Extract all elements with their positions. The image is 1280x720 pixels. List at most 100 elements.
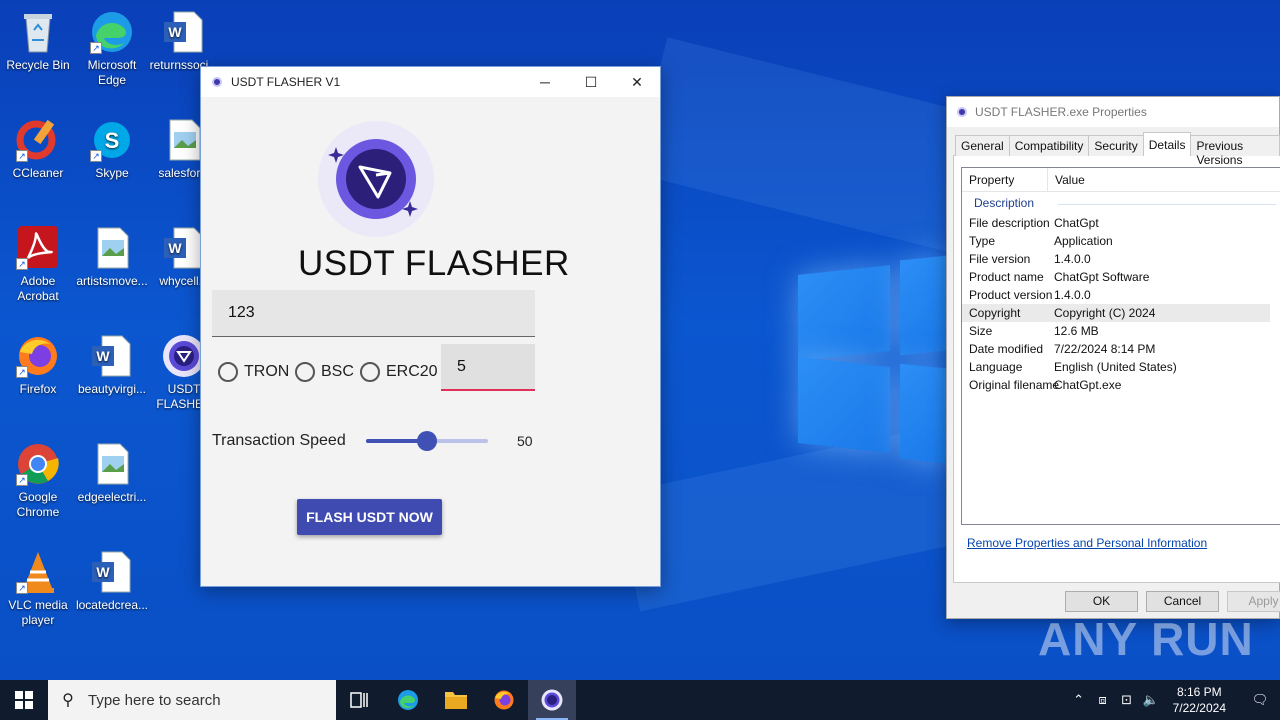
app-icon bbox=[957, 107, 967, 117]
desktop-icon-label: CCleaner bbox=[12, 166, 64, 180]
amount-input[interactable]: 123 bbox=[212, 290, 535, 337]
taskbar-file-explorer[interactable] bbox=[432, 680, 480, 720]
dialog-title: USDT FLASHER.exe Properties bbox=[975, 105, 1147, 119]
cancel-button[interactable]: Cancel bbox=[1146, 591, 1219, 612]
property-value: 1.4.0.0 bbox=[1054, 288, 1091, 302]
taskbar-search-box[interactable]: ⚲ Type here to search bbox=[48, 680, 336, 720]
apply-button[interactable]: Apply bbox=[1227, 591, 1280, 612]
desktop-icon-google-chrome[interactable]: ↗ Google Chrome bbox=[0, 440, 76, 520]
radio-bsc[interactable]: BSC bbox=[295, 362, 354, 382]
radio-erc20[interactable]: ERC20 bbox=[360, 362, 438, 382]
property-row[interactable]: Product version 1.4.0.0 bbox=[962, 286, 1280, 304]
radio-circle[interactable] bbox=[218, 362, 238, 382]
desktop-icon-artistsmove[interactable]: artistsmove... bbox=[74, 224, 150, 289]
network-status-icon[interactable]: ⧈ bbox=[1091, 692, 1115, 708]
property-list[interactable]: Property Value Description File descript… bbox=[961, 167, 1280, 525]
desktop-icon-label: artistsmove... bbox=[76, 274, 148, 288]
desktop-icon-locatedcrea[interactable]: W locatedcrea... bbox=[74, 548, 150, 613]
list-header: Property Value bbox=[962, 167, 1280, 192]
window-titlebar[interactable]: USDT FLASHER V1 ─ ☐ ✕ bbox=[201, 67, 660, 97]
property-row[interactable]: File version 1.4.0.0 bbox=[962, 250, 1280, 268]
desktop-icon-ccleaner[interactable]: ↗ CCleaner bbox=[0, 116, 76, 181]
column-header-value[interactable]: Value bbox=[1048, 168, 1085, 192]
volume-icon[interactable]: 🔈 bbox=[1139, 692, 1163, 708]
skype-icon: S ↗ bbox=[88, 116, 136, 164]
dialog-tabs: General Compatibility Security Details P… bbox=[955, 132, 1280, 167]
desktop-icon-skype[interactable]: S ↗ Skype bbox=[74, 116, 150, 181]
radio-tron[interactable]: TRON bbox=[218, 362, 289, 382]
app-icon bbox=[212, 77, 222, 87]
property-row-selected[interactable]: Copyright Copyright (C) 2024 bbox=[962, 304, 1270, 322]
desktop-icon-beautyvirgi[interactable]: W beautyvirgi... bbox=[74, 332, 150, 397]
taskbar-clock[interactable]: 8:16 PM 7/22/2024 bbox=[1173, 684, 1226, 716]
desktop-icon-returnssoci[interactable]: W returnssoci... bbox=[146, 8, 222, 73]
property-key: Product name bbox=[969, 270, 1044, 284]
folder-icon bbox=[445, 692, 467, 709]
desktop-icon-adobe-acrobat[interactable]: ↗ Adobe Acrobat bbox=[0, 224, 76, 304]
chevron-up-icon[interactable]: ⌃ bbox=[1067, 692, 1091, 708]
close-button[interactable]: ✕ bbox=[614, 67, 660, 97]
desktop-icon-recycle-bin[interactable]: Recycle Bin bbox=[0, 8, 76, 73]
edge-icon bbox=[398, 690, 418, 710]
property-row[interactable]: Language English (United States) bbox=[962, 358, 1280, 376]
property-row[interactable]: Date modified 7/22/2024 8:14 PM bbox=[962, 340, 1280, 358]
property-row[interactable]: File description ChatGpt bbox=[962, 214, 1280, 232]
slider-thumb[interactable] bbox=[417, 431, 437, 451]
taskbar-usdt-flasher[interactable] bbox=[528, 680, 576, 720]
firefox-icon bbox=[494, 690, 514, 710]
properties-dialog[interactable]: USDT FLASHER.exe Properties General Comp… bbox=[946, 96, 1280, 619]
desktop-icon-label: VLC media player bbox=[8, 598, 68, 627]
tab-details[interactable]: Details bbox=[1142, 132, 1192, 156]
clock-date: 7/22/2024 bbox=[1172, 701, 1226, 715]
property-row[interactable]: Original filename ChatGpt.exe bbox=[962, 376, 1280, 394]
desktop-icon-edge[interactable]: ↗ Microsoft Edge bbox=[74, 8, 150, 88]
column-header-property[interactable]: Property bbox=[962, 167, 1048, 192]
tab-previous-versions[interactable]: Previous Versions bbox=[1190, 135, 1280, 167]
dialog-titlebar[interactable]: USDT FLASHER.exe Properties bbox=[947, 97, 1279, 127]
vlc-icon: ↗ bbox=[14, 548, 62, 596]
desktop-icon-vlc[interactable]: ↗ VLC media player bbox=[0, 548, 76, 628]
svg-text:W: W bbox=[168, 240, 182, 256]
desktop-icon-edgeelectri[interactable]: edgeelectri... bbox=[74, 440, 150, 505]
maximize-button[interactable]: ☐ bbox=[568, 67, 614, 97]
search-placeholder: Type here to search bbox=[88, 691, 221, 709]
tab-compatibility[interactable]: Compatibility bbox=[1008, 135, 1090, 156]
task-view-button[interactable] bbox=[336, 680, 384, 720]
word-doc-icon: W bbox=[88, 548, 136, 596]
property-row[interactable]: Type Application bbox=[962, 232, 1280, 250]
property-key: File description bbox=[969, 216, 1050, 230]
property-row[interactable]: Size 12.6 MB bbox=[962, 322, 1280, 340]
flash-usdt-button[interactable]: FLASH USDT NOW bbox=[297, 499, 442, 535]
desktop-icon-firefox[interactable]: ↗ Firefox bbox=[0, 332, 76, 397]
remove-properties-link[interactable]: Remove Properties and Personal Informati… bbox=[967, 536, 1207, 550]
tab-general[interactable]: General bbox=[955, 135, 1010, 156]
property-value: ChatGpt Software bbox=[1054, 270, 1150, 284]
property-value: 12.6 MB bbox=[1054, 324, 1099, 338]
taskbar-firefox[interactable] bbox=[480, 680, 528, 720]
acrobat-icon: ↗ bbox=[14, 224, 62, 272]
property-key: Original filename bbox=[969, 378, 1060, 392]
property-value: 7/22/2024 8:14 PM bbox=[1054, 342, 1156, 356]
minimize-button[interactable]: ─ bbox=[522, 67, 568, 97]
property-value: Copyright (C) 2024 bbox=[1054, 306, 1156, 320]
notification-icon[interactable]: 🗨 bbox=[1240, 692, 1280, 708]
radio-circle[interactable] bbox=[360, 362, 380, 382]
system-tray: ⌃ ⧈ ⊡ 🔈 8:16 PM 7/22/2024 🗨 bbox=[1067, 680, 1280, 720]
property-row[interactable]: Product name ChatGpt Software bbox=[962, 268, 1280, 286]
taskbar: ⚲ Type here to search ⌃ ⧈ ⊡ 🔈 8:16 PM 7/… bbox=[0, 680, 1280, 720]
recycle-bin-icon bbox=[14, 8, 62, 56]
property-value: English (United States) bbox=[1054, 360, 1177, 374]
ok-button[interactable]: OK bbox=[1065, 591, 1138, 612]
radio-circle[interactable] bbox=[295, 362, 315, 382]
anyrun-watermark: ANY RUN bbox=[1038, 613, 1254, 665]
count-input[interactable]: 5 bbox=[441, 344, 535, 391]
tab-security[interactable]: Security bbox=[1088, 135, 1144, 156]
firefox-icon: ↗ bbox=[14, 332, 62, 380]
search-icon: ⚲ bbox=[62, 692, 74, 709]
start-button[interactable] bbox=[0, 680, 48, 720]
network-icon[interactable]: ⊡ bbox=[1115, 692, 1139, 708]
taskbar-edge[interactable] bbox=[384, 680, 432, 720]
desktop-icon-label: edgeelectri... bbox=[77, 490, 147, 504]
chrome-icon: ↗ bbox=[14, 440, 62, 488]
transaction-speed-slider[interactable] bbox=[366, 431, 488, 451]
